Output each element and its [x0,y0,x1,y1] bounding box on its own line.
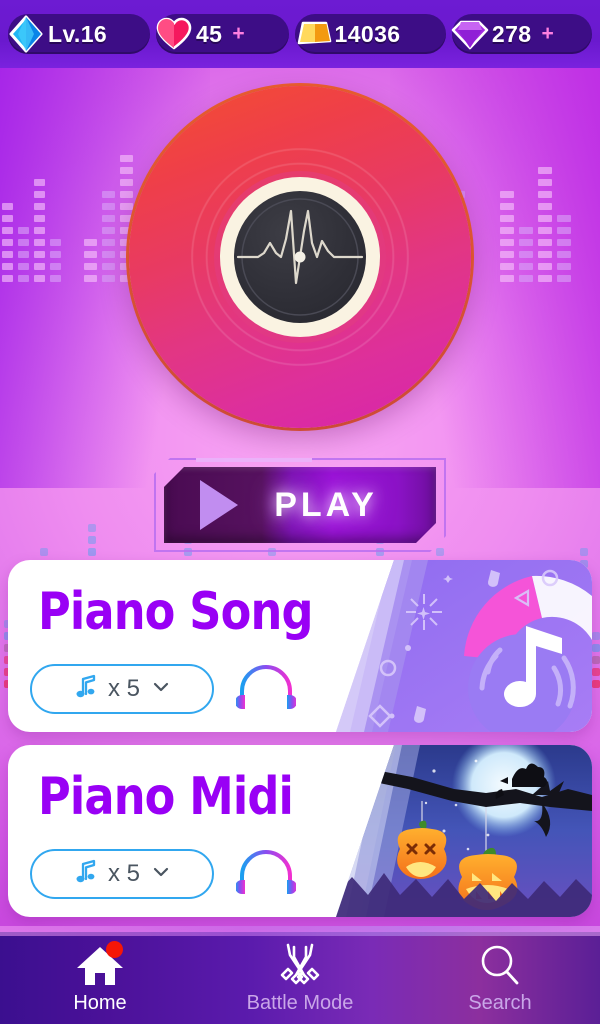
halloween-pumpkin-artwork [336,745,592,917]
song-count-label: x 5 [107,860,140,887]
level-value: Lv.16 [48,20,108,47]
hearts-value: 45 [195,20,223,47]
play-button-area: PLAY [154,458,446,552]
play-button-label: PLAY [274,485,378,524]
home-icon [73,940,127,988]
nav-label-home: Home [73,991,127,1014]
nav-item-battle-mode[interactable]: Battle Mode [200,942,400,1015]
song-title: Piano Midi [38,767,294,827]
play-button[interactable]: PLAY [164,467,436,543]
nav-label-battle-mode: Battle Mode [246,991,354,1014]
level-chip[interactable]: Lv.16 [8,14,150,54]
bottom-navigation: Home Battle Mode Search [0,926,600,1024]
gold-bar-icon [291,12,335,56]
music-note-artwork [336,560,592,732]
song-count-selector[interactable]: x 5 [30,664,214,714]
song-card-controls: x 5 [30,849,297,899]
song-card-piano-midi[interactable]: Piano Midi x 5 [8,745,592,917]
gold-chip[interactable]: 14036 [294,14,446,54]
play-triangle-icon [200,480,238,530]
song-card-piano-song[interactable]: Piano Song x 5 [8,560,592,732]
headphone-equalizer-icon[interactable] [235,665,297,713]
crossed-swords-icon [273,942,327,988]
heart-icon [152,12,196,56]
gems-chip[interactable]: 278 + [451,14,592,54]
headphone-equalizer-icon[interactable] [235,850,297,898]
gold-value: 14036 [334,20,401,47]
vinyl-record[interactable] [129,86,471,428]
blue-diamond-icon [4,12,48,56]
purple-gem-icon [448,12,492,56]
nav-item-home[interactable]: Home [0,940,200,1015]
app-screen: Lv.16 45 + 14036 278 + PLAY Piano Song x… [0,0,600,1024]
vinyl-spindle-hole [294,251,306,263]
nav-item-search[interactable]: Search [400,942,600,1015]
home-notification-badge [106,940,123,958]
song-count-label: x 5 [107,675,140,702]
top-hud-bar: Lv.16 45 + 14036 278 + [0,0,600,68]
chevron-down-icon [150,676,172,703]
add-hearts-button[interactable]: + [232,22,244,46]
chevron-down-icon [150,861,172,888]
song-title: Piano Song [38,582,313,642]
add-gems-button[interactable]: + [541,22,553,46]
search-icon [473,942,527,988]
song-card-controls: x 5 [30,664,297,714]
music-note-icon [72,674,98,705]
music-note-icon [72,859,98,890]
gems-value: 278 [491,20,532,47]
nav-label-search: Search [468,991,532,1014]
hearts-chip[interactable]: 45 + [155,14,289,54]
song-count-selector[interactable]: x 5 [30,849,214,899]
